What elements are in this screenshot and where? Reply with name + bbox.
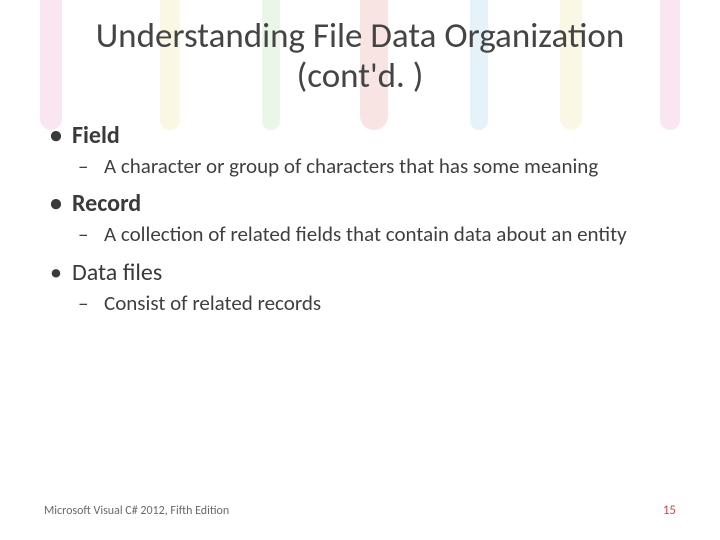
slide-body: •Field–A character or group of character… [0, 121, 720, 317]
sub-list-item-text: A character or group of characters that … [104, 154, 598, 180]
list-item: •Data files –Consist of related records [44, 258, 676, 317]
sub-list-item: –A collection of related fields that con… [78, 222, 676, 248]
sub-list: –A character or group of characters that… [44, 154, 676, 180]
sub-list: –Consist of related records [44, 291, 676, 317]
title-line-2: (cont'd. ) [297, 55, 424, 97]
dash-icon: – [78, 222, 104, 248]
sub-list-item-text: A collection of related fields that cont… [104, 222, 627, 248]
slide-footer: Microsoft Visual C# 2012, Fifth Edition … [44, 503, 676, 518]
sub-list-item: –Consist of related records [78, 291, 676, 317]
title-line-1: Understanding File Data Organization [96, 15, 625, 57]
list-item-row: •Record [44, 189, 676, 218]
sub-list: –A collection of related fields that con… [44, 222, 676, 248]
dash-icon: – [78, 154, 104, 180]
list-item-label: Data files [72, 258, 162, 287]
slide-title: Understanding File Data Organization (co… [0, 0, 720, 97]
list-item-row: •Field [44, 121, 676, 150]
slide: Understanding File Data Organization (co… [0, 0, 720, 540]
footer-source: Microsoft Visual C# 2012, Fifth Edition [44, 504, 229, 518]
list-item-label: Record [72, 189, 141, 218]
dash-icon: – [78, 291, 104, 317]
list-item-label: Field [72, 121, 120, 150]
list-item-row: •Data files [44, 258, 676, 287]
list-item: •Field –A character or group of character… [44, 121, 676, 180]
bullet-list: •Field–A character or group of character… [44, 121, 676, 317]
sub-list-item: –A character or group of characters that… [78, 154, 676, 180]
bullet-icon: • [44, 189, 72, 218]
list-item: •Record –A collection of related fields t… [44, 189, 676, 248]
bullet-icon: • [44, 258, 72, 287]
slide-number: 15 [663, 503, 676, 518]
bullet-icon: • [44, 121, 72, 150]
sub-list-item-text: Consist of related records [104, 291, 321, 317]
